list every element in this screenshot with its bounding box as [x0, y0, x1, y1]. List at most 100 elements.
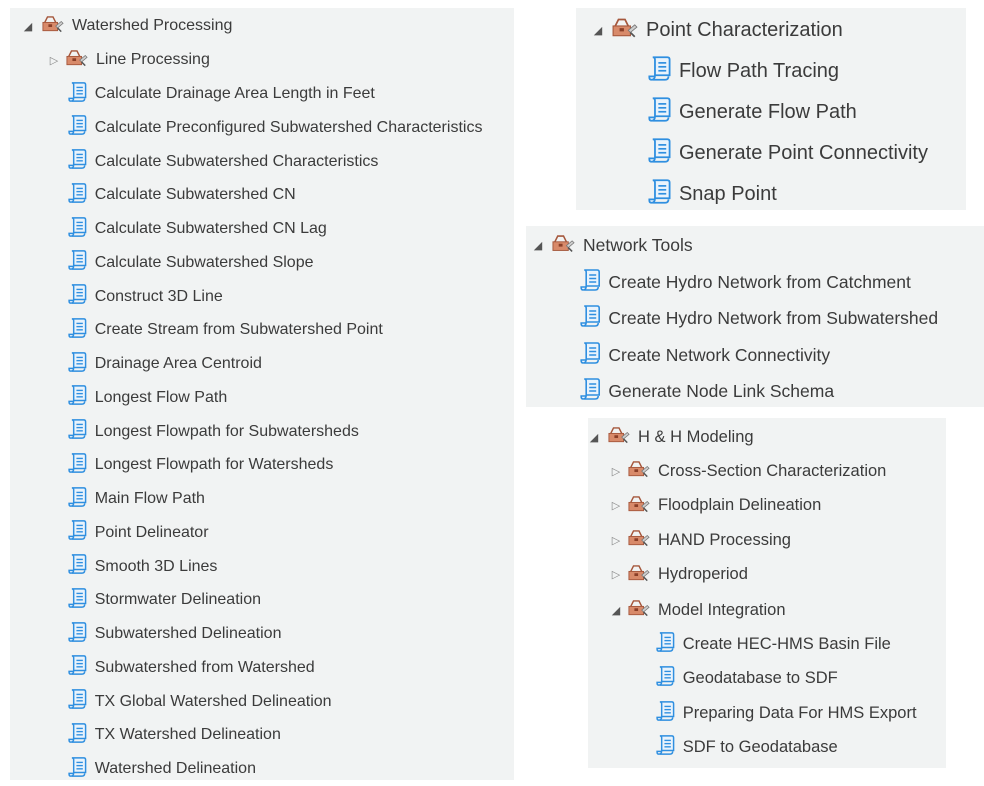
tool-item[interactable]: Create Network Connectivity	[580, 337, 830, 373]
tool-label: Snap Point	[678, 182, 777, 205]
toolset-item[interactable]: ▷ Cross-Section Characterization	[610, 454, 886, 488]
script-tool-icon	[68, 283, 87, 310]
script-tool-icon	[68, 351, 87, 378]
expanded-arrow-icon[interactable]: ◢	[610, 604, 622, 617]
tool-label: Create HEC-HMS Basin File	[682, 634, 891, 653]
toolbox-icon	[66, 48, 88, 72]
script-tool-icon	[580, 377, 600, 406]
tool-item[interactable]: Generate Flow Path	[648, 92, 857, 132]
script-tool-icon	[580, 304, 600, 333]
tool-item[interactable]: Longest Flowpath for Subwatersheds	[68, 415, 359, 449]
toolbox-icon	[628, 563, 650, 587]
tool-label: Generate Node Link Schema	[608, 381, 835, 402]
tool-item[interactable]: Create Stream from Subwatershed Point	[68, 313, 383, 347]
collapsed-arrow-icon[interactable]: ▷	[48, 54, 60, 67]
toolset-item[interactable]: ▷ HAND Processing	[610, 523, 791, 557]
expanded-arrow-icon[interactable]: ◢	[532, 239, 544, 252]
tool-item[interactable]: Calculate Subwatershed CN	[68, 178, 296, 212]
toolset-line-processing[interactable]: ▷ Line Processing	[48, 43, 210, 77]
script-tool-icon	[656, 665, 675, 692]
tool-item[interactable]: Calculate Drainage Area Length in Feet	[68, 77, 375, 111]
tool-item[interactable]: Calculate Subwatershed Characteristics	[68, 145, 378, 179]
toolbox-label: H & H Modeling	[638, 427, 754, 446]
tool-item[interactable]: Calculate Subwatershed CN Lag	[68, 212, 327, 246]
tool-item[interactable]: Geodatabase to SDF	[656, 662, 838, 696]
script-tool-icon	[68, 81, 87, 108]
toolbox-watershed-processing[interactable]: ◢ Watershed Processing	[22, 9, 232, 43]
network-tools-panel: ◢ Network Tools Create Hydro Network fro…	[526, 226, 984, 407]
tool-item[interactable]: TX Global Watershed Delineation	[68, 685, 332, 719]
script-tool-icon	[68, 553, 87, 580]
collapsed-arrow-icon[interactable]: ▷	[610, 568, 622, 581]
toolset-item[interactable]: ▷ Floodplain Delineation	[610, 489, 821, 523]
toolbox-icon	[612, 16, 638, 44]
script-tool-icon	[68, 519, 87, 546]
tool-item[interactable]: TX Watershed Delineation	[68, 718, 281, 752]
tool-item[interactable]: Stormwater Delineation	[68, 583, 261, 617]
tool-item[interactable]: SDF to Geodatabase	[656, 731, 838, 765]
tool-label: Create Hydro Network from Subwatershed	[608, 308, 939, 329]
script-tool-icon	[580, 341, 600, 370]
script-tool-icon	[656, 700, 675, 727]
toolbox-icon	[628, 459, 650, 483]
tool-label: Main Flow Path	[94, 490, 205, 507]
tool-label: Flow Path Tracing	[678, 59, 840, 82]
expanded-arrow-icon[interactable]: ◢	[592, 24, 604, 37]
toolset-label: Line Processing	[96, 51, 210, 68]
tool-label: Subwatershed Delineation	[94, 625, 282, 642]
tool-label: Point Delineator	[94, 523, 209, 541]
tool-item[interactable]: Subwatershed from Watershed	[68, 651, 315, 685]
tool-item[interactable]: Calculate Preconfigured Subwatershed Cha…	[68, 111, 482, 145]
watershed-processing-panel: ◢ Watershed Processing ▷ Line Processing…	[10, 8, 514, 780]
script-tool-icon	[68, 654, 87, 681]
tool-label: Longest Flow Path	[94, 388, 228, 406]
collapsed-arrow-icon[interactable]: ▷	[610, 465, 622, 478]
tool-label: Calculate Preconfigured Subwatershed Cha…	[94, 118, 483, 136]
tool-item[interactable]: Generate Node Link Schema	[580, 374, 834, 410]
tool-item[interactable]: Create HEC-HMS Basin File	[656, 627, 891, 661]
script-tool-icon	[648, 96, 671, 129]
collapsed-arrow-icon[interactable]: ▷	[610, 499, 622, 512]
tool-label: Create Network Connectivity	[608, 344, 831, 365]
script-tool-icon	[68, 249, 87, 276]
tool-item[interactable]: Calculate Subwatershed Slope	[68, 246, 314, 280]
tool-label: Create Stream from Subwatershed Point	[94, 321, 383, 339]
tool-item[interactable]: Flow Path Tracing	[648, 51, 839, 91]
tool-item[interactable]: Watershed Delineation	[68, 752, 256, 786]
toolbox-icon	[628, 528, 650, 552]
toolbox-label: Point Characterization	[646, 18, 843, 41]
tool-item[interactable]: Longest Flowpath for Watersheds	[68, 448, 333, 482]
tool-item[interactable]: Main Flow Path	[68, 482, 205, 516]
collapsed-arrow-icon[interactable]: ▷	[610, 534, 622, 547]
tool-label: Create Hydro Network from Catchment	[608, 271, 911, 292]
toolbox-point-characterization[interactable]: ◢ Point Characterization	[592, 10, 843, 50]
toolset-label: Model Integration	[658, 600, 786, 619]
tool-item[interactable]: Create Hydro Network from Catchment	[580, 264, 911, 300]
toolset-item[interactable]: ▷ Hydroperiod	[610, 558, 748, 592]
toolbox-hh-modeling[interactable]: ◢ H & H Modeling	[588, 420, 754, 454]
tool-label: TX Global Watershed Delineation	[94, 692, 332, 710]
script-tool-icon	[648, 178, 671, 211]
script-tool-icon	[68, 418, 87, 445]
toolbox-icon	[42, 14, 64, 38]
tool-item[interactable]: Subwatershed Delineation	[68, 617, 281, 651]
script-tool-icon	[68, 452, 87, 479]
tool-label: Drainage Area Centroid	[94, 355, 262, 372]
tool-item[interactable]: Point Delineator	[68, 516, 209, 550]
tool-item[interactable]: Construct 3D Line	[68, 280, 223, 314]
toolbox-network-tools[interactable]: ◢ Network Tools	[532, 227, 693, 263]
expanded-arrow-icon[interactable]: ◢	[588, 431, 600, 444]
toolbox-icon	[552, 233, 575, 258]
tool-item[interactable]: Generate Point Connectivity	[648, 133, 928, 173]
tool-item[interactable]: Preparing Data For HMS Export	[656, 696, 917, 730]
toolset-model-integration[interactable]: ◢ Model Integration	[610, 593, 786, 627]
script-tool-icon	[68, 756, 87, 783]
expanded-arrow-icon[interactable]: ◢	[22, 20, 34, 33]
tool-item[interactable]: Smooth 3D Lines	[68, 550, 217, 584]
tool-item[interactable]: Snap Point	[648, 174, 777, 214]
point-characterization-panel: ◢ Point Characterization Flow Path Traci…	[576, 8, 966, 210]
tool-item[interactable]: Drainage Area Centroid	[68, 347, 262, 381]
tool-item[interactable]: Create Hydro Network from Subwatershed	[580, 301, 938, 337]
tool-item[interactable]: Longest Flow Path	[68, 381, 227, 415]
script-tool-icon	[68, 486, 87, 513]
